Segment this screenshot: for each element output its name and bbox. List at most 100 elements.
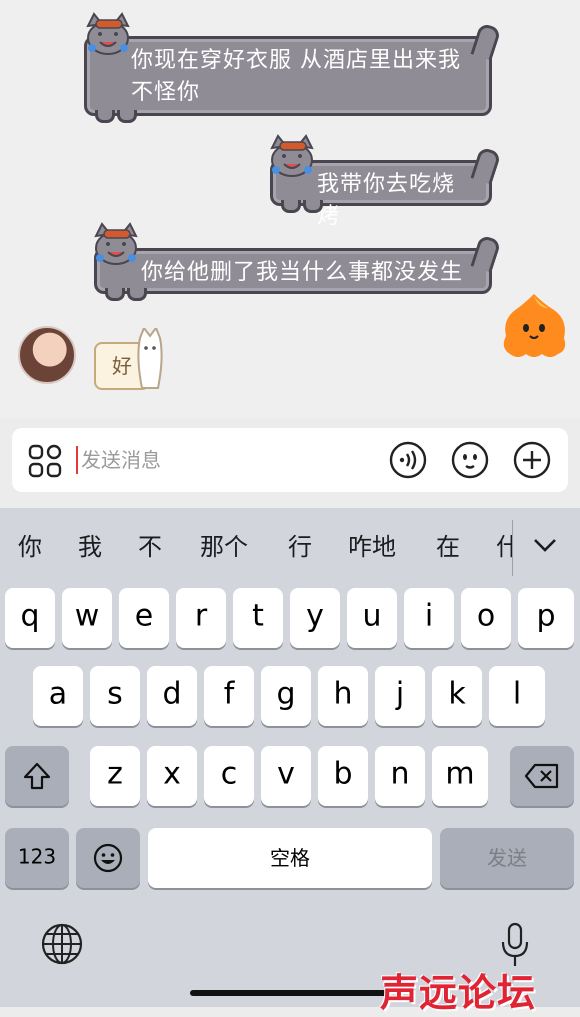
message-text: 我带你去吃烧烤: [317, 172, 456, 229]
voice-icon[interactable]: [388, 440, 428, 480]
key-label: v: [277, 756, 295, 792]
key-label: c: [220, 756, 238, 792]
home-indicator[interactable]: [190, 990, 390, 996]
key-k[interactable]: k: [432, 666, 482, 726]
key-e[interactable]: e: [119, 588, 169, 648]
message-input[interactable]: 发送消息: [81, 446, 161, 474]
cat-sticker-icon: [137, 328, 163, 389]
plus-icon[interactable]: [512, 440, 552, 480]
key-label: n: [390, 756, 410, 792]
keyboard: 你 我 不 那个 行 咋地 在 什 q w e r t y u i o p a …: [0, 508, 580, 1015]
key-label: k: [448, 676, 466, 712]
key-label: b: [333, 756, 353, 792]
key-d[interactable]: d: [147, 666, 197, 726]
key-label: q: [20, 598, 40, 634]
key-label: 123: [17, 844, 57, 869]
key-label: h: [333, 676, 353, 712]
key-label: l: [512, 676, 522, 712]
shift-key[interactable]: [5, 746, 69, 806]
cat-sticker-icon: [94, 222, 138, 265]
contact-avatar[interactable]: [18, 326, 76, 384]
key-r[interactable]: r: [176, 588, 226, 648]
key-label: 空格: [270, 845, 310, 870]
candidate-item[interactable]: 在: [436, 532, 460, 562]
key-label: a: [48, 676, 68, 712]
backspace-key[interactable]: [510, 746, 574, 806]
key-label: e: [134, 598, 154, 634]
key-x[interactable]: x: [147, 746, 197, 806]
candidate-item[interactable]: 那个: [200, 532, 248, 562]
key-label: t: [252, 598, 264, 634]
key-label: j: [395, 676, 405, 712]
key-w[interactable]: w: [62, 588, 112, 648]
key-f[interactable]: f: [204, 666, 254, 726]
key-q[interactable]: q: [5, 588, 55, 648]
reply-sticker[interactable]: 好: [88, 328, 168, 398]
key-b[interactable]: b: [318, 746, 368, 806]
numbers-key[interactable]: 123: [5, 828, 69, 888]
key-label: m: [445, 756, 475, 792]
bubble-paw: [303, 200, 323, 213]
candidate-item[interactable]: 我: [78, 532, 102, 562]
bubble-paw: [105, 288, 125, 301]
emoji-key[interactable]: [76, 828, 140, 888]
candidate-item[interactable]: 不: [138, 532, 162, 562]
send-key[interactable]: 发送: [440, 828, 574, 888]
key-o[interactable]: o: [461, 588, 511, 648]
key-g[interactable]: g: [261, 666, 311, 726]
grid-apps-icon[interactable]: [28, 444, 62, 478]
backspace-icon: [524, 763, 559, 789]
key-j[interactable]: j: [375, 666, 425, 726]
key-label: i: [424, 598, 434, 634]
chat-area: 你现在穿好衣服 从酒店里出来我 不怪你 我带你去吃烧烤 你给他删了我当什么事都没…: [0, 0, 580, 492]
key-a[interactable]: a: [33, 666, 83, 726]
key-s[interactable]: s: [90, 666, 140, 726]
candidate-bar: 你 我 不 那个 行 咋地 在 什: [0, 508, 580, 584]
key-label: z: [107, 756, 123, 792]
text-caret: [76, 446, 78, 474]
key-h[interactable]: h: [318, 666, 368, 726]
message-input-bar: 发送消息: [12, 428, 568, 492]
message-bubble[interactable]: 你给他删了我当什么事都没发生: [94, 234, 502, 301]
key-i[interactable]: i: [404, 588, 454, 648]
bubble-tail: [470, 234, 502, 273]
mascot-icon[interactable]: [498, 290, 570, 362]
bubble-paw: [127, 288, 147, 301]
emoji-key-icon: [93, 843, 123, 873]
bubble-paw: [281, 200, 301, 213]
key-p[interactable]: p: [518, 588, 574, 648]
key-label: o: [476, 598, 496, 634]
globe-icon[interactable]: [40, 922, 84, 966]
message-bubble[interactable]: 你现在穿好衣服 从酒店里出来我 不怪你: [84, 22, 502, 123]
candidate-item[interactable]: 行: [288, 532, 312, 562]
key-v[interactable]: v: [261, 746, 311, 806]
key-n[interactable]: n: [375, 746, 425, 806]
shift-icon: [23, 762, 51, 790]
chevron-down-icon[interactable]: [530, 530, 560, 560]
candidate-item[interactable]: 你: [18, 532, 42, 562]
key-label: g: [276, 676, 296, 712]
key-label: w: [74, 598, 100, 634]
key-m[interactable]: m: [432, 746, 488, 806]
bubble-paw: [117, 110, 137, 123]
key-label: f: [223, 676, 235, 712]
key-label: u: [362, 598, 382, 634]
bubble-paw: [95, 110, 115, 123]
bubble-tail: [470, 22, 502, 61]
key-u[interactable]: u: [347, 588, 397, 648]
key-y[interactable]: y: [290, 588, 340, 648]
key-label: x: [163, 756, 181, 792]
candidate-separator: [512, 520, 513, 576]
key-l[interactable]: l: [489, 666, 545, 726]
key-t[interactable]: t: [233, 588, 283, 648]
key-c[interactable]: c: [204, 746, 254, 806]
key-z[interactable]: z: [90, 746, 140, 806]
candidate-item[interactable]: 咋地: [348, 532, 396, 562]
watermark-logo: 声远论坛: [380, 970, 537, 1015]
candidate-item[interactable]: 什: [496, 532, 512, 562]
space-key[interactable]: 空格: [148, 828, 432, 888]
key-label: d: [162, 676, 182, 712]
key-label: p: [536, 598, 556, 634]
message-text: 你现在穿好衣服 从酒店里出来我 不怪你: [131, 48, 461, 105]
emoji-icon[interactable]: [450, 440, 490, 480]
